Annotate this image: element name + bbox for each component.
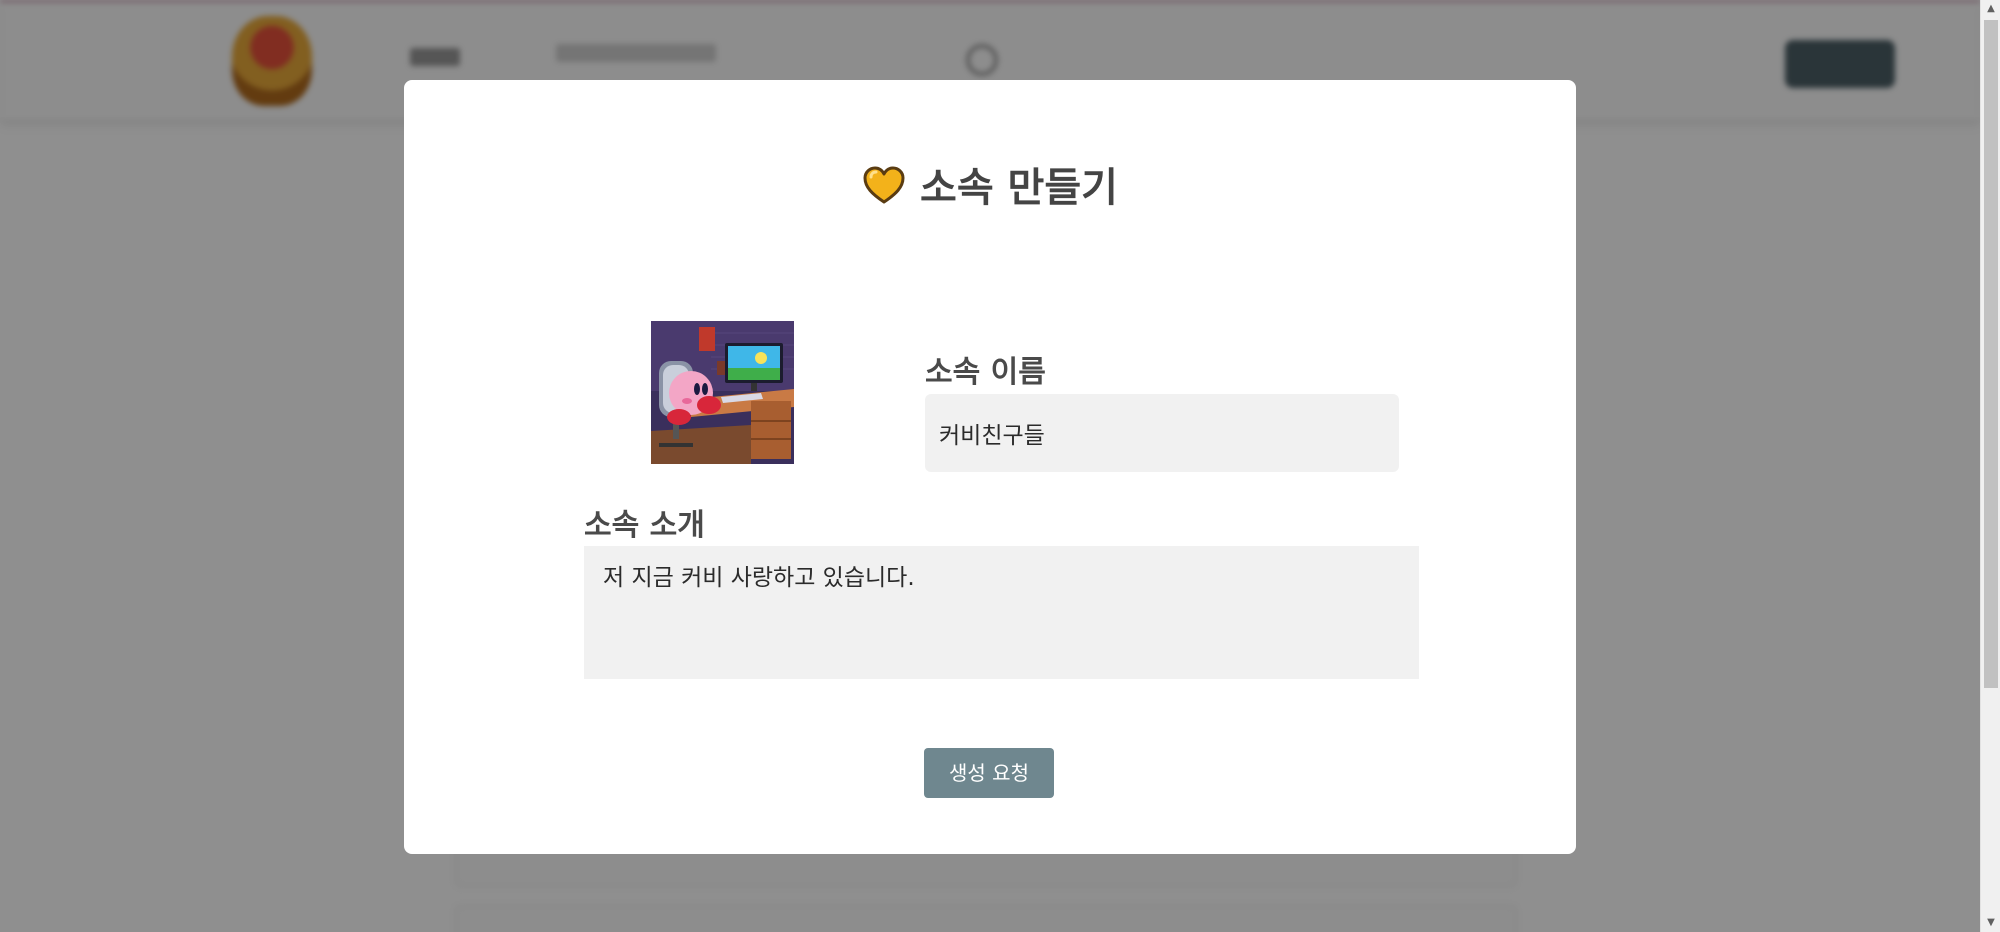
group-profile-image[interactable] — [651, 321, 794, 464]
group-name-input[interactable] — [925, 394, 1399, 472]
scroll-up-icon[interactable]: ▲ — [1981, 0, 2000, 18]
scrollbar-thumb[interactable] — [1984, 20, 1998, 688]
group-intro-label: 소속 소개 — [584, 508, 705, 543]
yellow-heart-icon — [862, 166, 906, 206]
modal-title: 소속 만들기 — [920, 165, 1118, 211]
page: ▲ ▼ 소속 만들기 소속 이름 커비친구들 소속 소개 저 지금 커비 사랑하… — [0, 0, 2000, 932]
group-intro-textarea[interactable]: 저 지금 커비 사랑하고 있습니다. — [584, 546, 1419, 679]
group-name-label: 소속 이름 — [925, 355, 1046, 390]
submit-request-button[interactable]: 생성 요청 — [924, 748, 1054, 798]
vertical-scrollbar[interactable]: ▲ ▼ — [1980, 0, 2000, 932]
create-group-modal: 소속 만들기 소속 이름 커비친구들 소속 소개 저 지금 커비 사랑하고 있습… — [404, 80, 1576, 854]
modal-title-row: 소속 만들기 — [404, 163, 1576, 213]
scroll-down-icon[interactable]: ▼ — [1981, 914, 2000, 932]
